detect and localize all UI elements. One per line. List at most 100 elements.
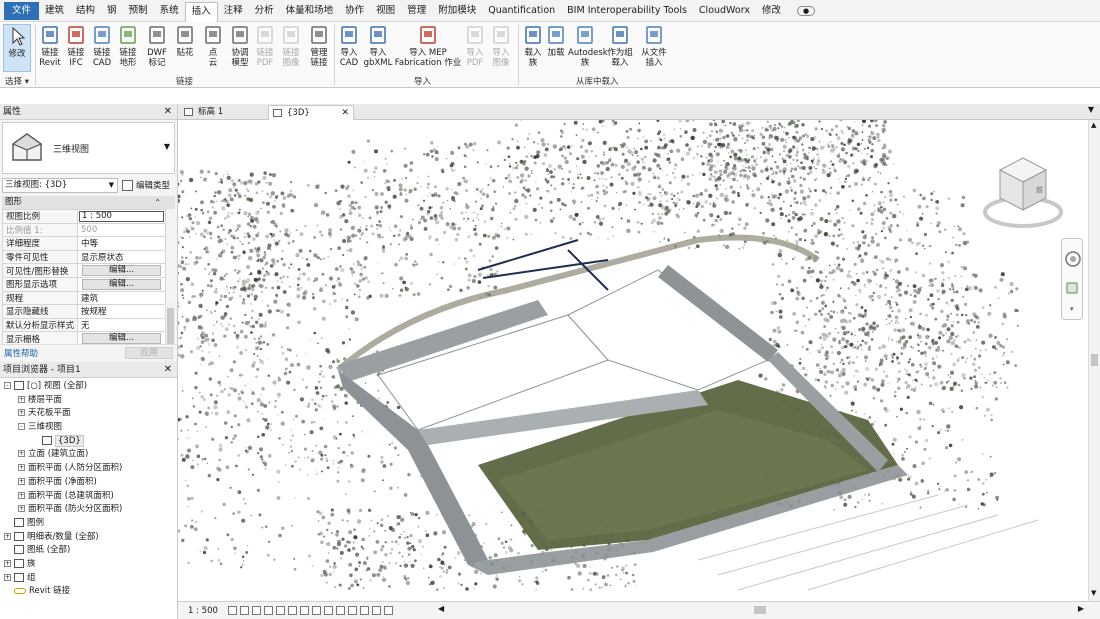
load-as-group-button[interactable]: 作为组 载入: [604, 24, 636, 68]
tab-level-1[interactable]: 标高 1: [180, 105, 268, 120]
tree-item[interactable]: + 面积平面 (总建筑面积): [0, 490, 177, 504]
sun-path-icon[interactable]: [252, 606, 261, 615]
3d-viewport[interactable]: [178, 120, 1088, 601]
topo-link-button[interactable]: 链接 地形: [115, 24, 141, 68]
coordination-model-button[interactable]: 协调 模型: [226, 24, 254, 68]
tree-item[interactable]: + 天花板平面: [0, 407, 177, 421]
temporary-hide-icon[interactable]: [324, 606, 333, 615]
tree-item[interactable]: - 三维视图: [0, 421, 177, 435]
menu-tab[interactable]: 建筑: [39, 2, 70, 20]
view-instance-select[interactable]: 三维视图: {3D} ▼: [2, 177, 118, 193]
ribbon-display-toggle-icon[interactable]: ●: [797, 5, 815, 16]
scroll-right-icon[interactable]: ▶: [1078, 604, 1084, 613]
chevron-down-icon[interactable]: ▼: [164, 142, 170, 151]
property-value[interactable]: 显示原状态: [77, 249, 166, 265]
cursor-button[interactable]: 修改: [3, 24, 31, 72]
tree-item[interactable]: 图例: [0, 517, 177, 531]
property-edit-button[interactable]: 编辑...: [77, 263, 166, 278]
detail-level-icon[interactable]: [228, 606, 237, 615]
tree-item[interactable]: + 族: [0, 558, 177, 572]
pdf-link-button[interactable]: 链接 PDF: [252, 24, 278, 68]
expand-icon[interactable]: +: [4, 573, 11, 581]
highlight-displacement-icon[interactable]: [360, 606, 369, 615]
revit-link-button[interactable]: 链接 Revit: [37, 24, 63, 68]
expand-icon[interactable]: +: [4, 559, 11, 567]
menu-tab[interactable]: 附加模块: [432, 2, 482, 20]
reveal-constraints-icon[interactable]: [372, 606, 381, 615]
close-icon[interactable]: ✕: [164, 104, 172, 120]
collapse-icon[interactable]: ⌃: [154, 196, 161, 209]
show-crop-region-icon[interactable]: [300, 606, 309, 615]
menu-tab[interactable]: BIM Interoperability Tools: [561, 2, 693, 20]
property-value[interactable]: 1 : 500: [77, 209, 166, 224]
import-cad-button[interactable]: 导入 CAD: [336, 24, 362, 68]
group-label-select[interactable]: 选择 ▾: [5, 75, 29, 87]
tree-item[interactable]: 图纸 (全部): [0, 544, 177, 558]
scrollbar-thumb[interactable]: [167, 308, 174, 348]
tree-item[interactable]: - [○] 视图 (全部): [0, 380, 177, 394]
collapse-icon[interactable]: -: [4, 382, 11, 389]
reveal-hidden-icon[interactable]: [336, 606, 345, 615]
ifc-link-button[interactable]: 链接 IFC: [63, 24, 89, 68]
import-gbxml-button[interactable]: 导入 gbXML: [362, 24, 394, 68]
rendering-icon[interactable]: [276, 606, 285, 615]
tree-item[interactable]: + 明细表/数量 (全部): [0, 531, 177, 545]
cad-link-button[interactable]: 链接 CAD: [89, 24, 115, 68]
property-value[interactable]: 500: [77, 222, 166, 238]
scrollbar-thumb[interactable]: [1091, 354, 1098, 366]
menu-tab[interactable]: 插入: [184, 1, 218, 22]
close-icon[interactable]: ✕: [164, 362, 172, 378]
tree-item[interactable]: + 楼层平面: [0, 394, 177, 408]
menu-tab[interactable]: 结构: [70, 2, 101, 20]
load-family-button[interactable]: 载入族: [522, 24, 544, 68]
tree-item[interactable]: + 组: [0, 572, 177, 586]
close-tab-icon[interactable]: ✕: [341, 106, 349, 120]
menu-tab[interactable]: 视图: [370, 2, 401, 20]
tree-item[interactable]: + 面积平面 (净面积): [0, 476, 177, 490]
expand-icon[interactable]: +: [18, 395, 25, 403]
edit-type-button[interactable]: 编辑类型: [122, 179, 170, 191]
analysis-display-icon[interactable]: [348, 606, 357, 615]
chevron-down-icon[interactable]: ▾: [1070, 305, 1074, 313]
menu-tab[interactable]: 分析: [249, 2, 280, 20]
menu-tab[interactable]: 文件: [4, 1, 40, 20]
property-value[interactable]: 中等: [77, 236, 166, 251]
menu-tab[interactable]: 预制: [123, 2, 154, 20]
menu-tab[interactable]: 修改: [756, 2, 787, 20]
dwf-button[interactable]: DWF 标记: [143, 24, 171, 68]
type-selector[interactable]: 三维视图 ▼: [2, 122, 175, 174]
property-value[interactable]: 按规程: [77, 304, 166, 319]
worksharing-display-icon[interactable]: [384, 606, 393, 615]
chevron-down-icon[interactable]: ▼: [1088, 105, 1094, 114]
expand-icon[interactable]: +: [18, 464, 25, 472]
scroll-up-icon[interactable]: ▲: [1091, 121, 1096, 129]
image-link-button[interactable]: 链接 图像: [278, 24, 304, 68]
menu-tab[interactable]: 协作: [339, 2, 370, 20]
horizontal-scrollbar[interactable]: ◀ ▶: [438, 604, 1084, 616]
property-value[interactable]: 无: [77, 317, 166, 333]
menu-tab[interactable]: 注释: [218, 2, 249, 20]
expand-icon[interactable]: +: [18, 450, 25, 458]
decal-button[interactable]: 贴花: [172, 24, 198, 58]
menu-tab[interactable]: Quantification: [482, 2, 561, 20]
property-edit-button[interactable]: 编辑...: [77, 276, 166, 292]
import-image-button[interactable]: 导入 图像: [488, 24, 514, 68]
scroll-left-icon[interactable]: ◀: [438, 604, 444, 613]
expand-icon[interactable]: +: [18, 409, 25, 417]
tree-item[interactable]: + 面积平面 (人防分区面积): [0, 462, 177, 476]
menu-tab[interactable]: 系统: [154, 2, 185, 20]
properties-help-link[interactable]: 属性帮助: [4, 347, 38, 359]
mep-fabrication-button[interactable]: 导入 MEP Fabrication 作业: [394, 24, 462, 68]
import-pdf-button[interactable]: 导入 PDF: [462, 24, 488, 68]
tree-item[interactable]: {3D}: [0, 434, 177, 449]
lock-3d-view-icon[interactable]: [312, 606, 321, 615]
menu-tab[interactable]: 管理: [401, 2, 432, 20]
vertical-scrollbar[interactable]: ▲ ▼: [1088, 120, 1100, 601]
scroll-down-icon[interactable]: ▼: [1091, 589, 1096, 597]
tab-3d[interactable]: {3D} ✕: [268, 105, 354, 120]
view-scale[interactable]: 1 : 500: [188, 606, 228, 616]
tree-item[interactable]: + 面积平面 (防火分区面积): [0, 503, 177, 517]
insert-from-file-button[interactable]: 从文件 插入: [637, 24, 671, 68]
zoom-icon[interactable]: [1066, 282, 1078, 294]
expand-icon[interactable]: +: [18, 491, 25, 499]
